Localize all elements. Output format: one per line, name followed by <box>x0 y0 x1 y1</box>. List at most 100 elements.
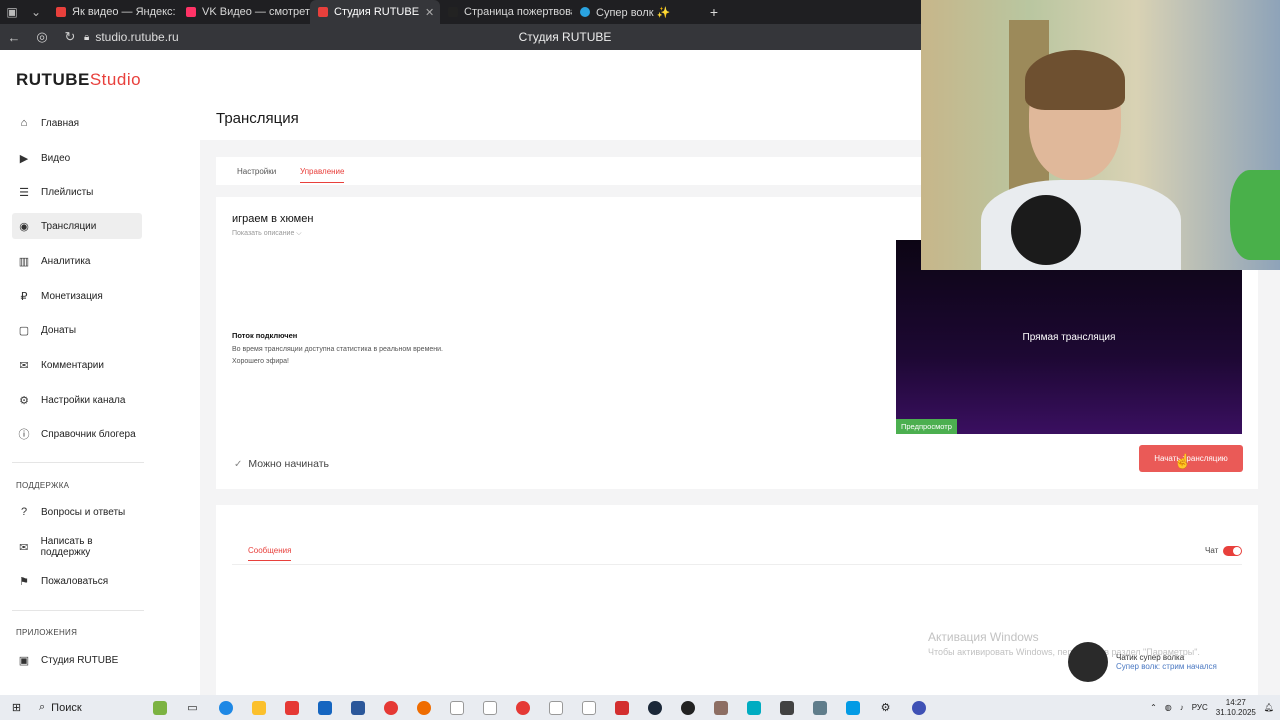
app-icon[interactable] <box>704 695 737 720</box>
browser-tab-active[interactable]: Студия RUTUBE ✕ <box>310 0 440 24</box>
chat-toggle-label: Чат <box>1205 546 1219 555</box>
wps-icon[interactable] <box>605 695 638 720</box>
lock-icon: 🔒︎ <box>84 31 90 43</box>
browser-tab[interactable]: Супер волк ✨ <box>572 0 702 24</box>
chat-toggle[interactable] <box>1223 546 1242 556</box>
document-icon[interactable] <box>473 695 506 720</box>
word-icon[interactable] <box>341 695 374 720</box>
close-icon[interactable]: ✕ <box>425 6 434 19</box>
sidebar-item-analytics[interactable]: ▥ Аналитика <box>12 248 142 274</box>
browser-tab[interactable]: VK Видео — смотреть он <box>178 0 310 24</box>
tab-list-icon[interactable]: ▣ <box>0 0 24 24</box>
edge-icon[interactable] <box>209 695 242 720</box>
document-icon[interactable] <box>440 695 473 720</box>
telegram-icon <box>580 7 590 17</box>
home-icon: ⌂ <box>20 117 28 129</box>
clock-date: 31.10.2025 <box>1215 707 1256 717</box>
app-icon[interactable] <box>770 695 803 720</box>
webcam-person-hair <box>1025 50 1125 110</box>
sidebar-item-monetization[interactable]: ₽ Монетизация <box>12 283 142 309</box>
show-description-link[interactable]: Показать описание ⌵ <box>232 230 302 238</box>
book-icon: ⓘ <box>18 429 30 441</box>
task-view-icon[interactable]: ▭ <box>176 695 209 720</box>
chevron-up-icon[interactable]: ⌃ <box>1150 703 1157 712</box>
stream-status-line: Хорошего эфира! <box>232 358 289 365</box>
widgets-icon[interactable] <box>143 695 176 720</box>
settings-icon[interactable]: ⚙ <box>869 695 902 720</box>
taskbar-search[interactable]: ⌕ Поиск <box>33 701 143 714</box>
donate-icon: ▢ <box>18 324 30 337</box>
windows-start-icon[interactable]: ⊞ <box>0 695 33 720</box>
tab-messages[interactable]: Сообщения <box>248 546 292 561</box>
sidebar-item-report[interactable]: ⚑ Пожаловаться <box>12 568 142 594</box>
sidebar-item-broadcasts[interactable]: ◉ Трансляции <box>12 213 142 239</box>
explorer-icon[interactable] <box>242 695 275 720</box>
document-icon[interactable] <box>539 695 572 720</box>
sidebar-item-donates[interactable]: ▢ Донаты <box>12 317 142 343</box>
mail-icon: ✉ <box>19 541 29 554</box>
settings-icon: ⚙ <box>19 394 29 407</box>
calculator-icon[interactable] <box>836 695 869 720</box>
broadcast-icon: ◉ <box>19 220 29 233</box>
document-icon[interactable] <box>572 695 605 720</box>
reload-icon[interactable]: ↻ <box>56 29 84 45</box>
sidebar-item-blogger-guide[interactable]: ⓘ Справочник блогера <box>12 421 142 447</box>
sidebar-item-playlists[interactable]: ☰ Плейлисты <box>12 179 142 205</box>
flag-icon: ⚑ <box>19 575 29 588</box>
outlook-icon[interactable] <box>308 695 341 720</box>
sidebar-item-comments[interactable]: ✉ Комментарии <box>12 352 142 378</box>
yandex-icon <box>56 7 66 17</box>
network-icon[interactable]: ◍ <box>1165 703 1172 712</box>
video-icon: ▶ <box>19 152 29 165</box>
stream-status-text: Во время трансляции доступна статистика … <box>232 344 532 368</box>
monetization-icon: ₽ <box>20 290 28 303</box>
obs-icon[interactable] <box>671 695 704 720</box>
yandex-browser-icon[interactable] <box>902 695 935 720</box>
language-indicator[interactable]: РУС <box>1192 703 1208 712</box>
app-icon[interactable] <box>803 695 836 720</box>
notification-bell-icon[interactable]: 🔔︎ <box>1264 703 1274 712</box>
webcam-background-object <box>1230 170 1280 260</box>
volume-icon[interactable]: ♪ <box>1180 703 1184 712</box>
sidebar-item-rutube-studio-app[interactable]: ▣ Студия RUTUBE <box>12 647 142 673</box>
webcam-overlay <box>921 0 1280 270</box>
chat-divider <box>232 564 1242 565</box>
chat-notification[interactable]: Чатик супер волка Супер волк: стрим нача… <box>1068 638 1276 686</box>
sidebar-item-contact-support[interactable]: ✉ Написать в поддержку <box>12 534 142 560</box>
back-icon[interactable]: ← <box>0 30 28 45</box>
apps-section-label: ПРИЛОЖЕНИЯ <box>16 628 78 637</box>
steam-icon[interactable] <box>638 695 671 720</box>
analytics-icon: ▥ <box>18 255 30 268</box>
microphone-icon <box>1011 195 1081 265</box>
rutube-studio-logo[interactable]: RUTUBEStudio <box>16 70 141 90</box>
clock-time: 14:27 <box>1225 697 1246 707</box>
browser-icon[interactable] <box>407 695 440 720</box>
browser-tab[interactable]: Страница пожертвовани <box>440 0 572 24</box>
app-icon[interactable] <box>737 695 770 720</box>
vk-video-icon <box>186 7 196 17</box>
browser-tab[interactable]: Як видео — Яндекс: наш ✕ <box>48 0 178 24</box>
url-field[interactable]: 🔒︎ studio.rutube.ru <box>84 30 179 44</box>
system-tray: ⌃ ◍ ♪ РУС 14:27 31.10.2025 🔔︎ <box>1150 695 1274 720</box>
comment-icon: ✉ <box>19 359 29 372</box>
tab-settings[interactable]: Настройки <box>237 167 276 176</box>
preview-text: Прямая трансляция <box>1022 332 1116 343</box>
page-title: Трансляция <box>216 110 299 127</box>
notification-title: Чатик супер волка <box>1116 653 1185 662</box>
sidebar-item-faq[interactable]: ? Вопросы и ответы <box>12 499 142 525</box>
yandex-icon[interactable] <box>374 695 407 720</box>
chevron-down-icon[interactable]: ⌄ <box>24 0 48 24</box>
tab-management[interactable]: Управление <box>300 167 345 183</box>
pdf-icon[interactable] <box>275 695 308 720</box>
new-tab-icon[interactable]: + <box>702 0 726 24</box>
opera-icon[interactable] <box>506 695 539 720</box>
clock[interactable]: 14:27 31.10.2025 <box>1216 698 1256 718</box>
stream-status-title: Поток подключен <box>232 331 298 340</box>
sidebar-item-video[interactable]: ▶ Видео <box>12 145 142 171</box>
sidebar-item-home[interactable]: ⌂ Главная <box>12 110 142 136</box>
support-section-label: ПОДДЕРЖКА <box>16 481 70 490</box>
sidebar-item-channel-settings[interactable]: ⚙ Настройки канала <box>12 387 142 413</box>
stream-title: играем в хюмен <box>232 213 314 225</box>
protect-icon[interactable]: ◎ <box>28 29 56 45</box>
playlist-icon: ☰ <box>19 186 29 199</box>
